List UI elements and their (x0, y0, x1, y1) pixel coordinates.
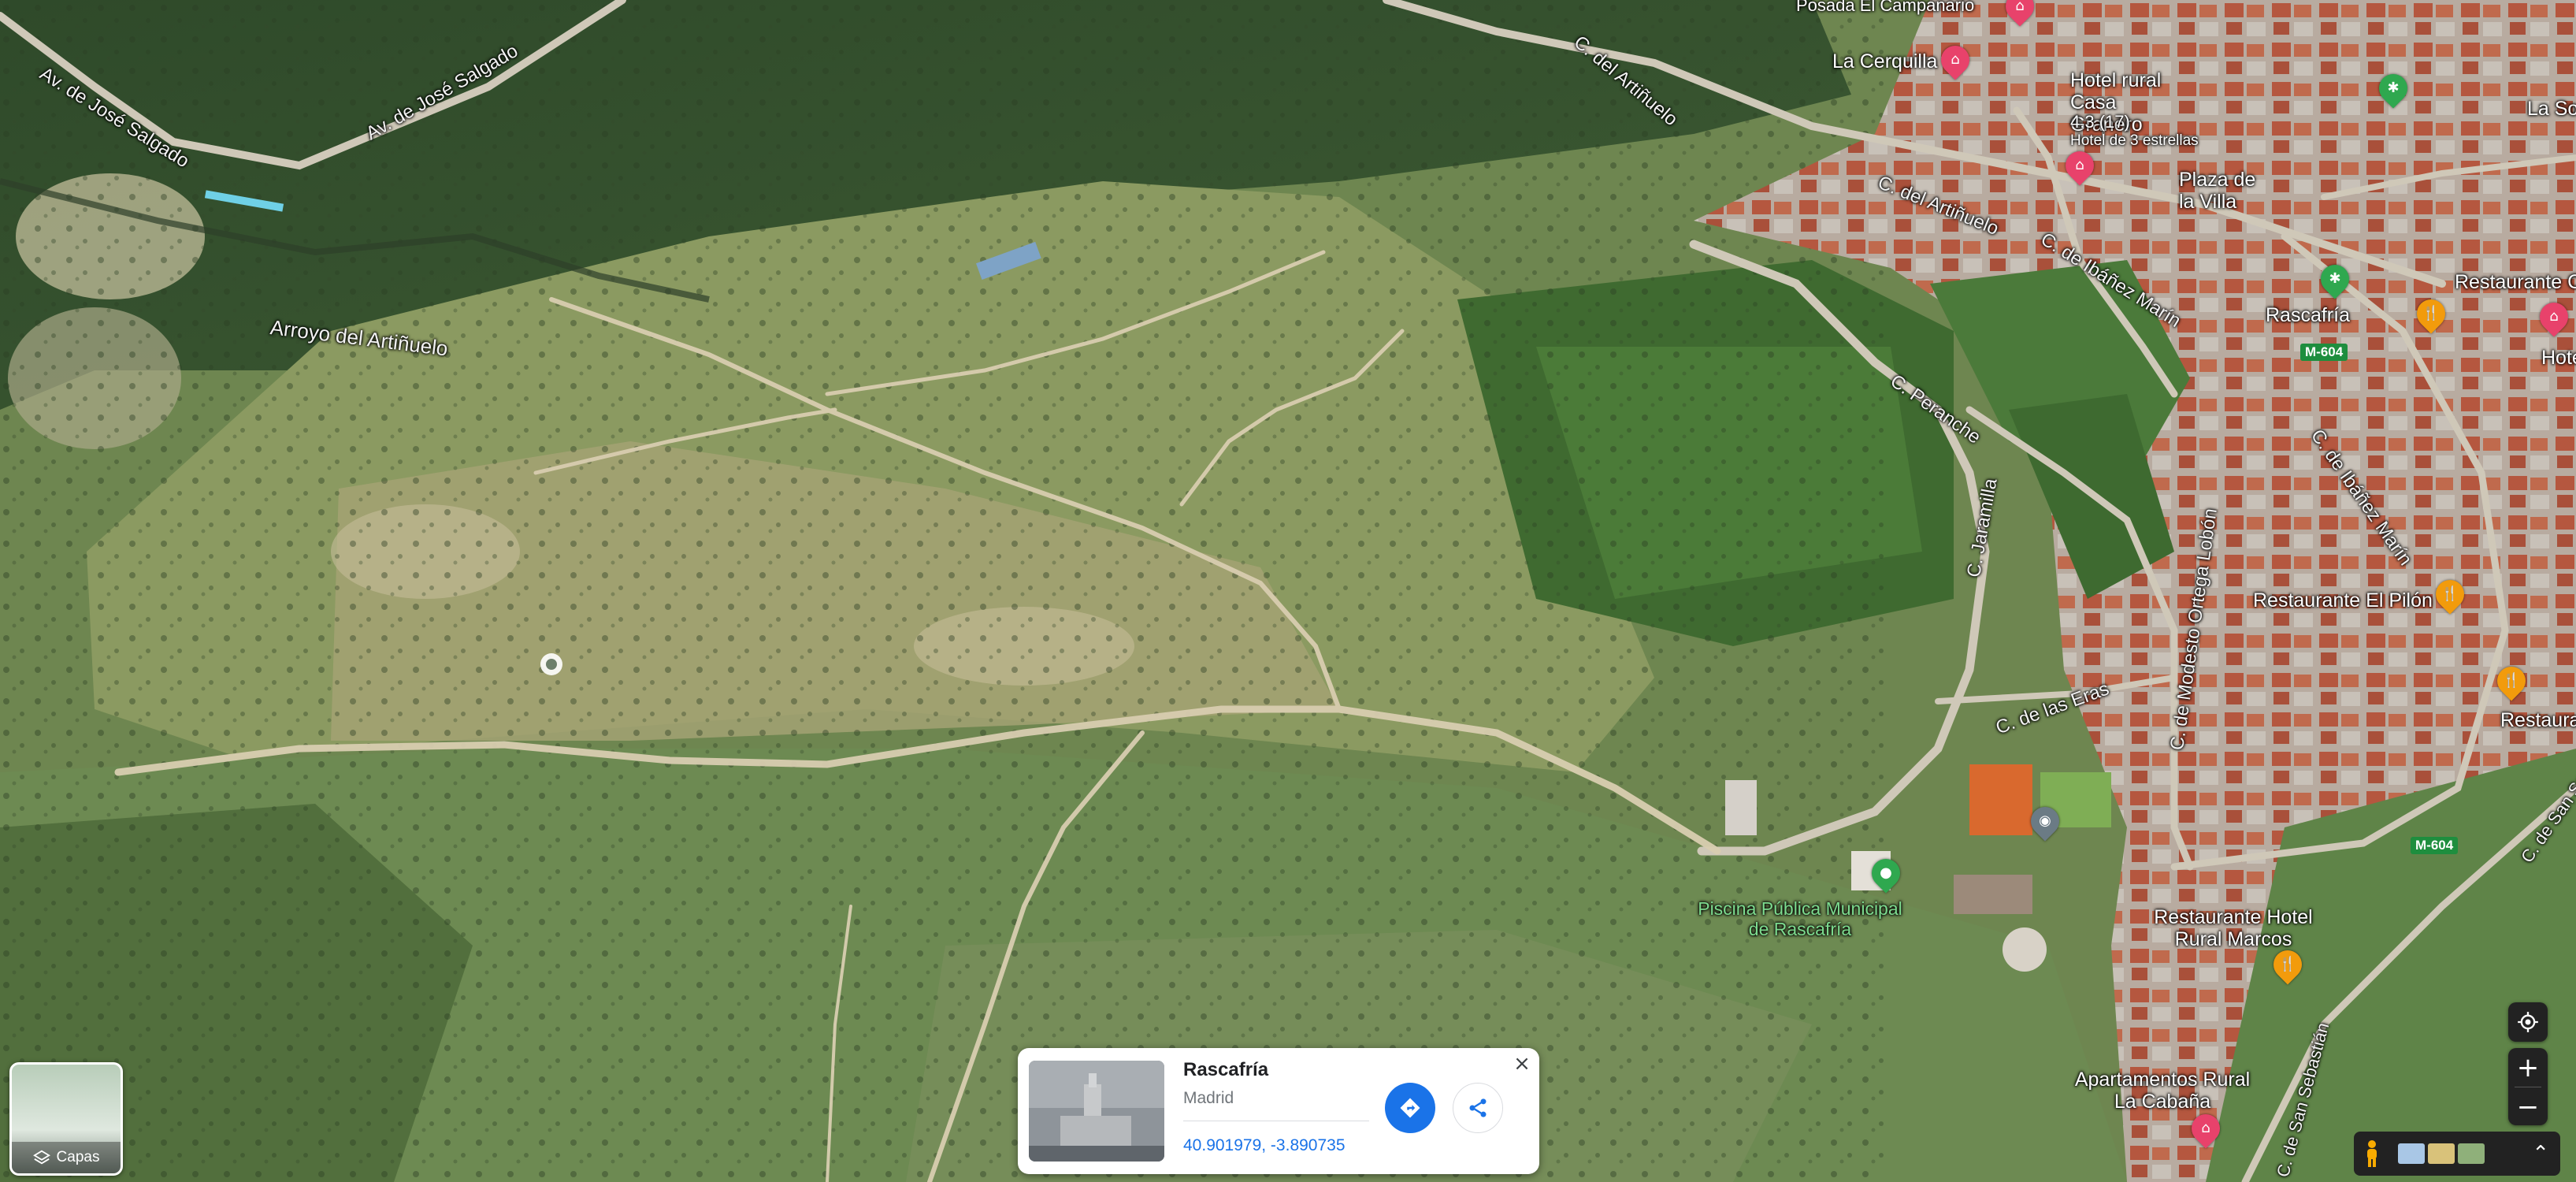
zoom-control: + − (2508, 1048, 2548, 1125)
route-shield: M-604 (2411, 837, 2459, 854)
zoom-out-button[interactable]: − (2508, 1087, 2548, 1126)
imagery-thumbnails[interactable] (2398, 1143, 2485, 1164)
poi-label[interactable]: Restaurante El Pilón (2253, 589, 2433, 612)
layers-button[interactable]: Capas (9, 1062, 123, 1176)
poi-label[interactable]: Restaura (2500, 709, 2576, 732)
poi-label[interactable]: Hotel de R (2541, 347, 2576, 370)
pegman-button[interactable] (2354, 1132, 2390, 1176)
layers-label: Capas (56, 1149, 100, 1165)
close-button[interactable]: × (1511, 1052, 1533, 1076)
poi-rating: 4.3 (17) (2070, 112, 2130, 132)
close-icon: × (1513, 1052, 1531, 1076)
place-thumbnail[interactable] (1029, 1061, 1164, 1162)
pegman-icon (2367, 1140, 2377, 1167)
bottom-controls: ⌃ (2354, 1132, 2560, 1176)
poi-label[interactable]: Restaurante Hotel Rural Marcos (2135, 906, 2332, 950)
my-location-button[interactable] (2508, 1002, 2548, 1042)
poi-label[interactable]: Plaza de la Villa (2179, 169, 2266, 213)
expand-button[interactable]: ⌃ (2532, 1142, 2549, 1165)
poi-class: Hotel de 3 estrellas (2070, 132, 2199, 149)
directions-button[interactable] (1385, 1083, 1435, 1133)
zoom-in-button[interactable]: + (2508, 1048, 2548, 1087)
poi-label[interactable]: La Sol (2527, 98, 2576, 121)
imagery-thumb[interactable] (2458, 1143, 2485, 1164)
poi-label[interactable]: Posada El Campanario (1796, 0, 1974, 16)
layers-label-bar: Capas (12, 1142, 121, 1173)
share-button[interactable] (1453, 1083, 1503, 1133)
layers-icon (32, 1150, 50, 1165)
poi-label[interactable]: La Cerquilla (1832, 50, 1937, 73)
place-region: Madrid (1183, 1089, 1234, 1107)
poi-label[interactable]: Piscina Pública Municipal de Rascafría (1694, 898, 1906, 939)
place-card[interactable]: Rascafría Madrid 40.901979, -3.890735 × (1018, 1048, 1539, 1174)
poi-label[interactable]: Rascafría (2266, 304, 2350, 327)
directions-icon (1400, 1098, 1420, 1118)
imagery-thumb[interactable] (2428, 1143, 2455, 1164)
route-shield: M-604 (2300, 344, 2348, 361)
my-location-icon (2518, 1012, 2538, 1032)
poi-label[interactable]: Apartamentos Rural La Cabaña (2072, 1069, 2253, 1113)
share-icon (1469, 1098, 1487, 1117)
place-name: Rascafría (1183, 1059, 1269, 1080)
imagery-thumb[interactable] (2398, 1143, 2425, 1164)
place-coordinates[interactable]: 40.901979, -3.890735 (1183, 1136, 1346, 1155)
poi-label[interactable]: Restaurante Conc (2455, 271, 2576, 294)
